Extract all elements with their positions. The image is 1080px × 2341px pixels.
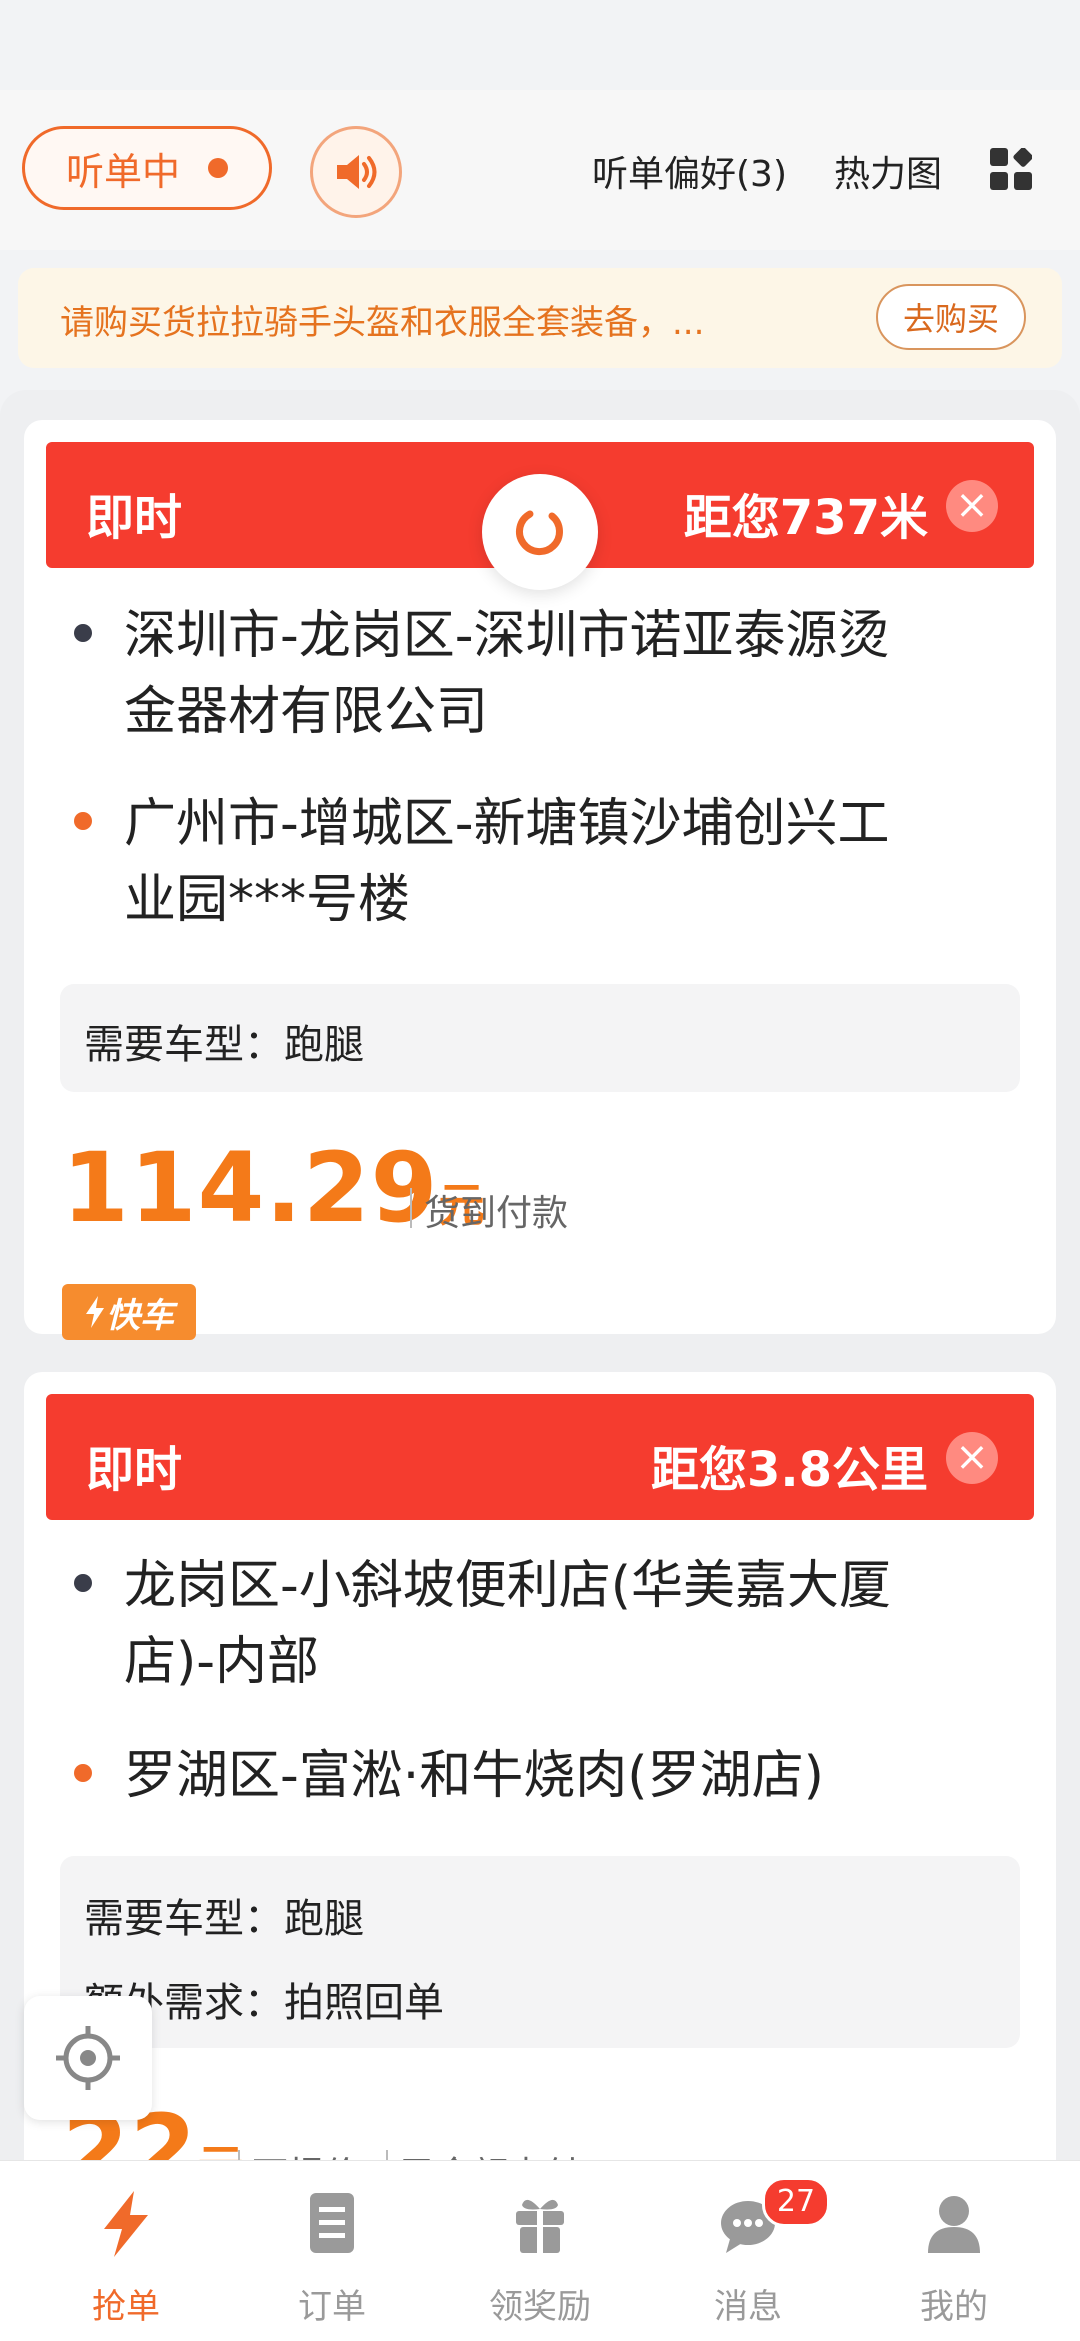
- nav-label: 订单: [298, 2287, 366, 2327]
- pickup-address: 龙岗区-小斜坡便利店(华美嘉大厦 店)-内部: [124, 1548, 1004, 1700]
- pickup-address: 深圳市-龙岗区-深圳市诺亚泰源烫 金器材有限公司: [124, 598, 1004, 750]
- status-bar: [0, 0, 1080, 90]
- dropoff-dot-icon: [74, 1764, 92, 1782]
- banner-text: 请购买货拉拉骑手头盔和衣服全套装备，...: [60, 303, 705, 343]
- nav-messages[interactable]: 27 消息: [640, 2177, 856, 2329]
- pickup-address-line: 龙岗区-小斜坡便利店(华美嘉大厦: [124, 1556, 892, 1616]
- apps-grid-icon[interactable]: [990, 148, 1032, 190]
- bottom-navigation: 抢单 订单 领奖励 27 消息 我的: [0, 2160, 1080, 2341]
- close-icon[interactable]: ×: [946, 480, 998, 532]
- pickup-address-line: 金器材有限公司: [124, 682, 489, 742]
- requirements-box: 需要车型：跑腿 额外需求：拍照回单: [60, 1856, 1020, 2048]
- buy-button[interactable]: 去购买: [876, 284, 1026, 350]
- close-icon[interactable]: ×: [946, 1432, 998, 1484]
- dropoff-address-line: 广州市-增城区-新塘镇沙埔创兴工: [124, 794, 890, 854]
- heatmap-link[interactable]: 热力图: [834, 145, 942, 197]
- lightning-icon: [86, 1296, 104, 1328]
- nav-label: 我的: [920, 2287, 988, 2327]
- dropoff-address-line: 业园***号楼: [124, 870, 411, 930]
- locate-button[interactable]: [24, 1996, 152, 2120]
- listening-toggle-button[interactable]: 听单中: [22, 126, 272, 210]
- nav-orders[interactable]: 订单: [224, 2179, 440, 2329]
- payment-method: 货到付款: [424, 1193, 569, 1234]
- pickup-address-line: 深圳市-龙岗区-深圳市诺亚泰源烫: [124, 606, 890, 666]
- express-tag: 快车: [62, 1284, 196, 1340]
- speaker-icon: [337, 155, 377, 189]
- pickup-dot-icon: [74, 624, 92, 642]
- crosshair-icon: [56, 2026, 120, 2090]
- pickup-dot-icon: [74, 1574, 92, 1592]
- nav-grab-order[interactable]: 抢单: [18, 2179, 234, 2329]
- lightning-icon: [104, 2191, 148, 2257]
- nav-label: 抢单: [92, 2287, 160, 2327]
- gift-icon: [516, 2199, 564, 2253]
- order-type-label: 即时: [86, 490, 183, 546]
- nav-rewards[interactable]: 领奖励: [432, 2179, 648, 2329]
- order-type-label: 即时: [86, 1442, 183, 1498]
- sound-toggle-button[interactable]: [310, 126, 402, 218]
- nav-label: 领奖励: [489, 2287, 591, 2327]
- dropoff-dot-icon: [74, 812, 92, 830]
- unread-badge: 27: [762, 2177, 830, 2227]
- refresh-button[interactable]: [482, 474, 598, 590]
- vehicle-requirement: 需要车型：跑腿: [84, 1022, 364, 1068]
- order-card-header: 即时 距您3.8公里 ×: [46, 1394, 1034, 1520]
- express-tag-label: 快车: [106, 1295, 174, 1336]
- dropoff-address-line: 罗湖区-富淞·和牛烧肉(罗湖店): [124, 1746, 824, 1806]
- listening-status-dot: [208, 158, 228, 178]
- notice-banner: 请购买货拉拉骑手头盔和衣服全套装备，... 去购买: [18, 268, 1062, 368]
- order-distance: 距您3.8公里: [650, 1442, 928, 1498]
- order-distance: 距您737米: [683, 490, 928, 546]
- order-card[interactable]: 即时 距您3.8公里 × 龙岗区-小斜坡便利店(华美嘉大厦 店)-内部 罗湖区-…: [24, 1372, 1056, 2206]
- nav-profile[interactable]: 我的: [846, 2179, 1062, 2329]
- listening-preference-link[interactable]: 听单偏好(3): [592, 145, 787, 197]
- dropoff-address: 广州市-增城区-新塘镇沙埔创兴工 业园***号楼: [124, 786, 1004, 938]
- vehicle-requirement: 需要车型：跑腿: [84, 1896, 364, 1942]
- user-icon: [928, 2196, 980, 2253]
- requirements-box: 需要车型：跑腿: [60, 984, 1020, 1092]
- dropoff-address: 罗湖区-富淞·和牛烧肉(罗湖店): [124, 1738, 1004, 1814]
- divider: [410, 1188, 412, 1228]
- document-icon: [310, 2193, 354, 2253]
- refresh-icon: [516, 510, 563, 556]
- listening-label: 听单中: [65, 149, 180, 194]
- pickup-address-line: 店)-内部: [124, 1632, 320, 1692]
- order-price: 114.29元: [62, 1132, 484, 1244]
- price-amount: 114.29: [62, 1132, 439, 1244]
- nav-label: 消息: [714, 2287, 782, 2327]
